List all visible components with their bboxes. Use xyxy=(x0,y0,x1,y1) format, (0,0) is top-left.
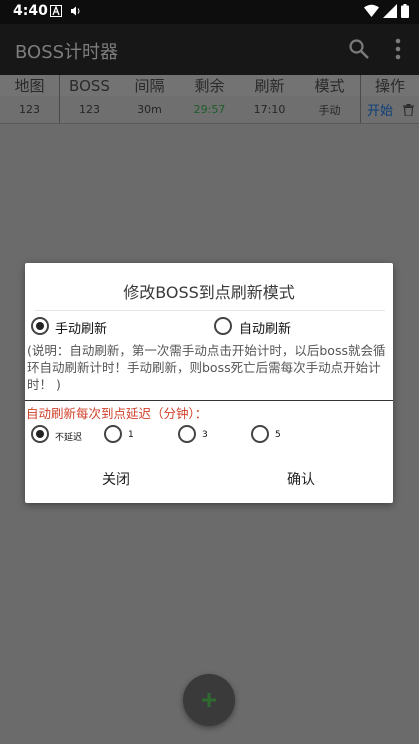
delay-1-radio[interactable] xyxy=(104,425,122,443)
signal-icon xyxy=(383,4,397,18)
cell-boss: 123 xyxy=(79,103,100,116)
header-action: 操作 xyxy=(374,77,405,95)
app-title: BOSS计时器 xyxy=(15,42,119,63)
header-refresh: 刷新 xyxy=(254,77,285,95)
battery-icon xyxy=(401,4,409,18)
status-bar: 4:40 xyxy=(0,0,419,24)
delay-none-radio[interactable] xyxy=(31,425,49,443)
mode-dialog: 修改BOSS到点刷新模式 手动刷新 自动刷新 (说明：自动刷新，第一次需手动点击… xyxy=(25,263,393,503)
dialog-title: 修改BOSS到点刷新模式 xyxy=(123,283,295,302)
table-row[interactable]: 123 123 30m 29:57 17:10 手动 开始 xyxy=(0,96,419,124)
cell-interval: 30m xyxy=(137,103,162,116)
volume-icon xyxy=(71,6,80,16)
app-bar: BOSS计时器 xyxy=(0,24,419,75)
notification-a-icon xyxy=(50,5,62,17)
plus-icon xyxy=(202,693,216,707)
header-remaining: 剩余 xyxy=(194,77,225,95)
manual-refresh-radio[interactable] xyxy=(31,317,49,335)
more-options-icon[interactable] xyxy=(392,37,404,61)
manual-refresh-label[interactable]: 手动刷新 xyxy=(55,318,107,337)
dialog-separator xyxy=(25,400,393,401)
delay-3-label[interactable]: 3 xyxy=(202,430,208,440)
delay-5-label[interactable]: 5 xyxy=(275,430,281,440)
delay-1-label[interactable]: 1 xyxy=(128,430,134,440)
add-fab-button[interactable] xyxy=(183,674,235,726)
status-time: 4:40 xyxy=(13,3,48,19)
cell-map: 123 xyxy=(19,103,40,116)
auto-refresh-label[interactable]: 自动刷新 xyxy=(239,318,291,337)
auto-refresh-radio[interactable] xyxy=(214,317,232,335)
cell-remaining: 29:57 xyxy=(193,103,226,116)
close-button[interactable]: 关闭 xyxy=(102,469,130,489)
header-interval: 间隔 xyxy=(134,77,165,95)
header-boss: BOSS xyxy=(69,76,110,95)
cell-refresh: 17:10 xyxy=(253,103,286,116)
start-button[interactable]: 开始 xyxy=(362,96,398,123)
delay-none-label[interactable]: 不延迟 xyxy=(55,430,82,443)
cell-mode: 手动 xyxy=(318,103,341,117)
delay-3-radio[interactable] xyxy=(178,425,196,443)
delete-icon[interactable] xyxy=(403,104,414,116)
header-map: 地图 xyxy=(14,77,45,95)
delay-5-radio[interactable] xyxy=(251,425,269,443)
confirm-button[interactable]: 确认 xyxy=(287,469,315,489)
search-icon[interactable] xyxy=(348,38,370,60)
header-mode: 模式 xyxy=(314,77,345,95)
dialog-note: (说明：自动刷新，第一次需手动点击开始计时，以后boss就会循环自动刷新计时！手… xyxy=(27,343,386,392)
wifi-icon xyxy=(364,4,379,17)
delay-title: 自动刷新每次到点延迟（分钟）： xyxy=(26,406,208,421)
dialog-divider xyxy=(35,310,385,311)
table-header: 地图 BOSS 间隔 剩余 刷新 模式 操作 xyxy=(0,75,419,96)
